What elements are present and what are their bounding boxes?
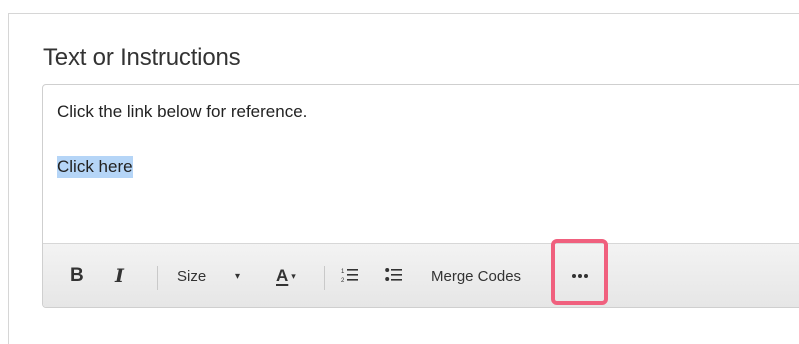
merge-codes-label: Merge Codes — [431, 267, 522, 285]
italic-icon: I — [115, 265, 124, 287]
merge-codes-button[interactable]: Merge Codes — [431, 244, 522, 307]
bold-button[interactable]: B — [70, 244, 84, 307]
font-color-icon: A — [276, 266, 289, 285]
numbered-list-icon: 1 2 — [341, 269, 358, 284]
font-size-dropdown[interactable]: Size — [177, 244, 207, 307]
editor-content-area[interactable]: Click the link below for reference. Clic… — [43, 85, 799, 243]
selected-link-text[interactable]: Click here — [57, 156, 133, 178]
toolbar-divider — [157, 266, 158, 290]
font-size-caret[interactable]: ▾ — [235, 244, 241, 307]
font-color-button[interactable]: A ▾ — [276, 244, 296, 307]
highlight-annotation — [551, 239, 608, 305]
chevron-down-icon: ▾ — [291, 270, 296, 281]
bulleted-list-icon — [385, 268, 402, 281]
svg-text:2: 2 — [341, 278, 345, 284]
toolbar-divider — [324, 266, 325, 290]
bulleted-list-button[interactable] — [385, 244, 403, 307]
chevron-down-icon: ▾ — [235, 270, 241, 282]
font-size-label: Size — [177, 267, 207, 285]
italic-button[interactable]: I — [115, 244, 124, 307]
numbered-list-button[interactable]: 1 2 — [341, 244, 359, 307]
bold-icon: B — [70, 265, 84, 286]
editor-paragraph: Click the link below for reference. — [57, 102, 308, 121]
section-title: Text or Instructions — [43, 44, 241, 71]
editor-toolbar: B I Size ▾ A ▾ 1 2 Merge Codes — [43, 243, 799, 307]
svg-text:1: 1 — [341, 269, 345, 275]
rich-text-editor[interactable]: Click the link below for reference. Clic… — [42, 84, 799, 308]
